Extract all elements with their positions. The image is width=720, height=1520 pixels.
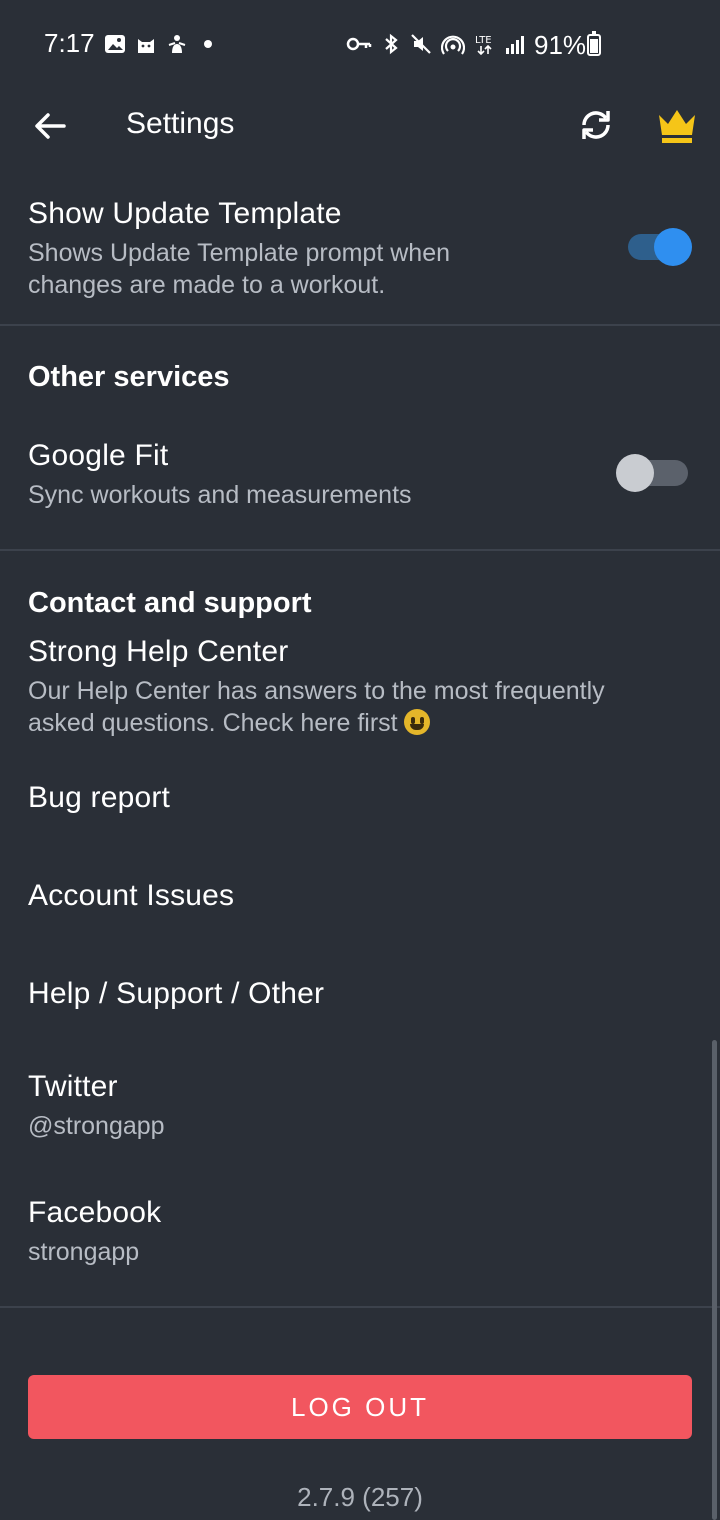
crown-icon xyxy=(659,110,695,143)
scrollbar[interactable] xyxy=(712,1040,717,1520)
status-icons-left xyxy=(104,33,219,55)
status-time: 7:17 xyxy=(44,28,95,58)
toggle-knob xyxy=(616,454,654,492)
toggle-knob xyxy=(654,228,692,266)
divider xyxy=(0,324,720,326)
lte-icon: LTE xyxy=(475,35,492,55)
logout-button[interactable]: LOG OUT xyxy=(28,1375,692,1439)
update-template-subtitle-1: Shows Update Template prompt when xyxy=(28,239,450,267)
update-template-subtitle-2: changes are made to a workout. xyxy=(28,271,386,299)
status-icons-right: LTE xyxy=(346,33,527,55)
cat-icon xyxy=(138,39,154,53)
mute-icon xyxy=(411,34,431,54)
help-center-subtitle-1: Our Help Center has answers to the most … xyxy=(28,677,605,705)
divider xyxy=(0,549,720,551)
google-fit-subtitle: Sync workouts and measurements xyxy=(28,481,412,509)
image-icon xyxy=(105,35,125,53)
sync-button[interactable] xyxy=(574,103,618,147)
divider xyxy=(0,1306,720,1308)
page-title: Settings xyxy=(126,107,235,140)
bluetooth-icon xyxy=(385,33,398,55)
account-issues-item[interactable]: Account Issues xyxy=(28,879,234,913)
help-support-other-item[interactable]: Help / Support / Other xyxy=(28,977,324,1011)
premium-crown-button[interactable] xyxy=(654,103,700,147)
figure-icon xyxy=(168,35,186,53)
help-center-subtitle-2-row: asked questions. Check here first xyxy=(28,707,430,739)
key-icon xyxy=(346,37,372,51)
section-header-other-services: Other services xyxy=(28,361,230,393)
dot-icon xyxy=(204,40,212,48)
battery-icon xyxy=(587,31,601,56)
sync-icon xyxy=(582,111,610,139)
help-center-subtitle-2: asked questions. Check here first xyxy=(28,709,398,737)
battery-percent: 91% xyxy=(534,30,587,60)
back-button[interactable] xyxy=(28,104,72,148)
google-fit-title: Google Fit xyxy=(28,439,169,472)
hotspot-icon xyxy=(441,35,465,55)
bug-report-item[interactable]: Bug report xyxy=(28,781,170,815)
twitter-title[interactable]: Twitter xyxy=(28,1070,118,1104)
twitter-handle: @strongapp xyxy=(28,1112,165,1140)
svg-text:LTE: LTE xyxy=(475,35,492,46)
section-header-contact: Contact and support xyxy=(28,587,312,619)
google-fit-toggle[interactable] xyxy=(616,454,688,492)
update-template-toggle[interactable] xyxy=(628,228,692,266)
facebook-handle: strongapp xyxy=(28,1238,140,1266)
signal-icon xyxy=(506,36,524,54)
help-center-title[interactable]: Strong Help Center xyxy=(28,635,288,669)
arrow-left-icon xyxy=(35,113,66,139)
update-template-title: Show Update Template xyxy=(28,197,342,230)
smiley-icon xyxy=(403,709,430,735)
facebook-title[interactable]: Facebook xyxy=(28,1196,161,1230)
version-label: 2.7.9 (257) xyxy=(297,1482,423,1512)
